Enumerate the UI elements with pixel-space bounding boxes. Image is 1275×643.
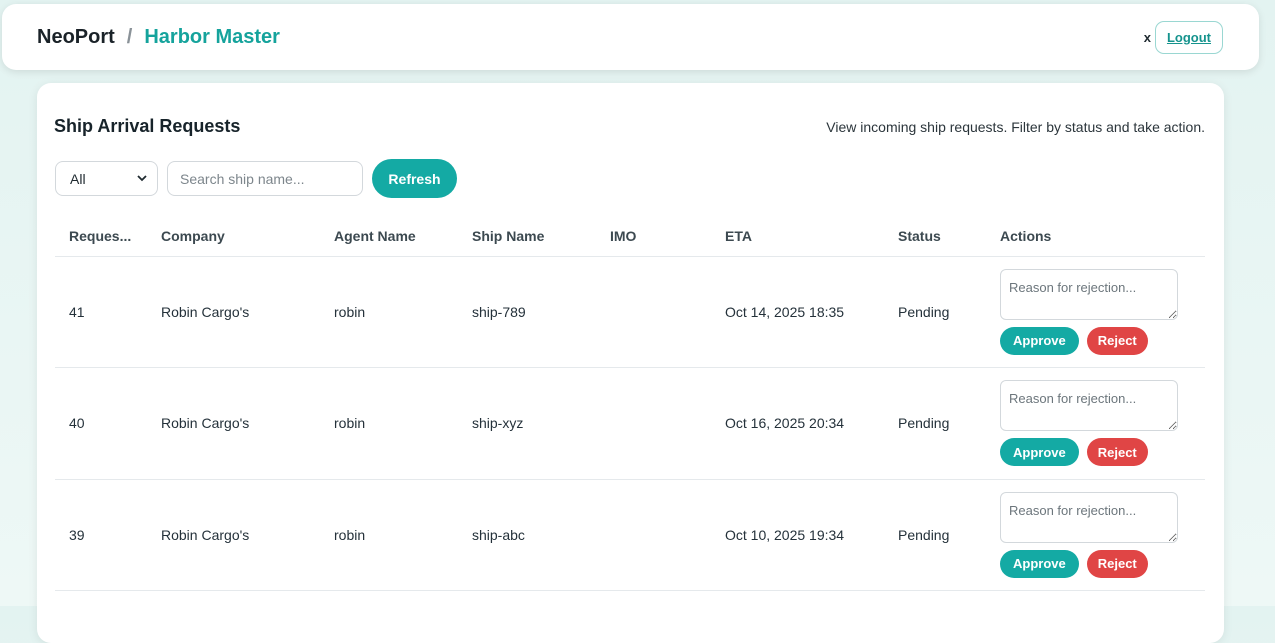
cell-ship-name: ship-xyz [458,367,596,480]
cell-eta: Oct 16, 2025 20:34 [711,367,884,480]
close-icon[interactable]: x [1144,30,1151,45]
refresh-button[interactable]: Refresh [372,159,457,198]
cell-ship-name: ship-789 [458,256,596,368]
table-header-row: Reques... Company Agent Name Ship Name I… [55,216,1205,257]
status-filter-select[interactable]: All [55,161,158,196]
cell-request-id: 40 [55,367,147,480]
chevron-down-icon [137,175,147,182]
table-row: 41 Robin Cargo's robin ship-789 Oct 14, … [55,256,1205,368]
cell-imo [596,479,711,591]
reject-button[interactable]: Reject [1086,326,1148,355]
rejection-reason-input[interactable] [1000,380,1178,432]
table-row: 39 Robin Cargo's robin ship-abc Oct 10, … [55,479,1205,591]
column-header-status[interactable]: Status [884,216,999,257]
cell-status: Pending [884,256,999,368]
breadcrumb-separator: / [126,25,133,48]
requests-card: Ship Arrival Requests View incoming ship… [37,83,1224,643]
page-title: Ship Arrival Requests [54,116,241,136]
column-header-imo[interactable]: IMO [596,216,711,257]
cell-ship-name: ship-abc [458,479,596,591]
cell-actions: Approve Reject [999,479,1205,591]
cell-actions: Approve Reject [999,367,1205,480]
cell-eta: Oct 14, 2025 18:35 [711,256,884,368]
column-header-eta[interactable]: ETA [711,216,884,257]
approve-button[interactable]: Approve [1000,438,1079,467]
requests-table: Reques... Company Agent Name Ship Name I… [55,216,1205,591]
cell-company: Robin Cargo's [147,256,320,368]
cell-company: Robin Cargo's [147,479,320,591]
cell-request-id: 41 [55,256,147,368]
column-header-actions: Actions [999,216,1205,257]
column-header-agent-name[interactable]: Agent Name [320,216,458,257]
rejection-reason-input[interactable] [1000,268,1178,320]
column-header-request-id[interactable]: Reques... [55,216,147,257]
cell-agent-name: robin [320,367,458,480]
cell-imo [596,256,711,368]
approve-button[interactable]: Approve [1000,326,1079,355]
reject-button[interactable]: Reject [1086,438,1148,467]
cell-request-id: 39 [55,479,147,591]
app-name: NeoPort [37,25,115,48]
reject-button[interactable]: Reject [1086,549,1148,578]
rejection-reason-input[interactable] [1000,491,1178,543]
table-row: 40 Robin Cargo's robin ship-xyz Oct 16, … [55,367,1205,480]
cell-agent-name: robin [320,256,458,368]
status-filter-value: All [70,170,86,187]
breadcrumb: NeoPort / Harbor Master [37,26,280,49]
logout-button[interactable]: Logout [1154,20,1223,54]
cell-imo [596,367,711,480]
cell-actions: Approve Reject [999,256,1205,368]
header-actions: x Logout [1144,20,1223,54]
cell-company: Robin Cargo's [147,367,320,480]
action-buttons: Approve Reject [1000,438,1205,467]
search-input[interactable] [167,161,363,196]
page-description: View incoming ship requests. Filter by s… [826,119,1205,135]
cell-status: Pending [884,367,999,480]
cell-eta: Oct 10, 2025 19:34 [711,479,884,591]
action-buttons: Approve Reject [1000,326,1205,355]
cell-status: Pending [884,479,999,591]
column-header-ship-name[interactable]: Ship Name [458,216,596,257]
approve-button[interactable]: Approve [1000,549,1079,578]
top-navigation-bar: NeoPort / Harbor Master x Logout [2,4,1259,70]
action-buttons: Approve Reject [1000,549,1205,578]
column-header-company[interactable]: Company [147,216,320,257]
cell-agent-name: robin [320,479,458,591]
role-title: Harbor Master [144,25,280,48]
